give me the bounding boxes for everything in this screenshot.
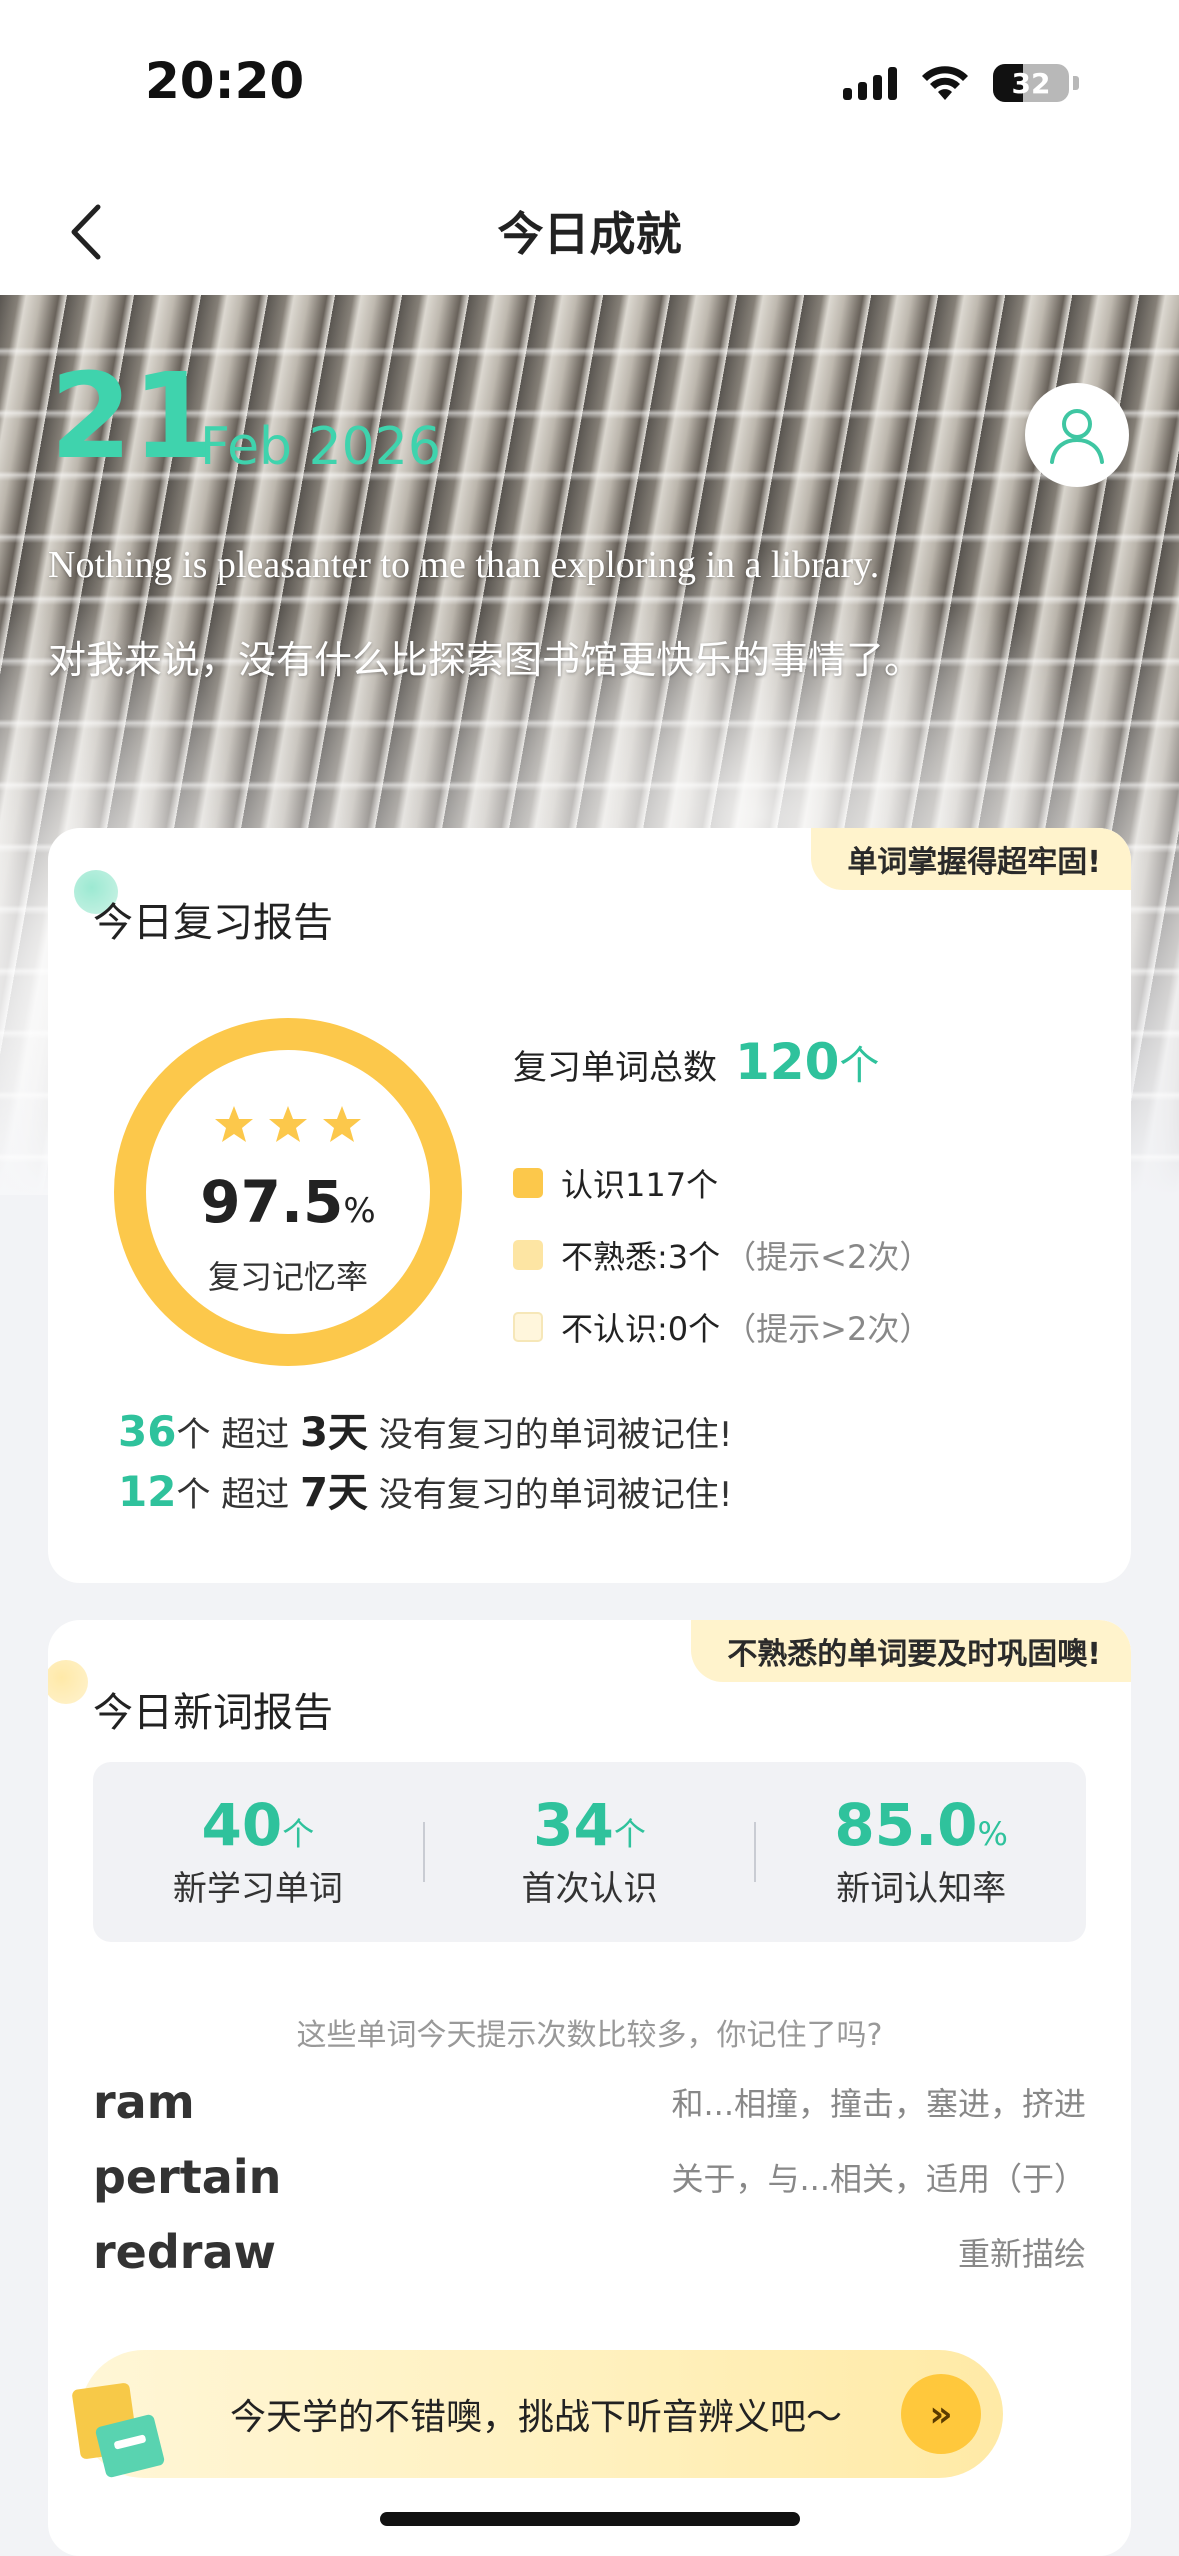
rating-stars (108, 1104, 468, 1144)
word-meaning: 和...相撞，撞击，塞进，挤进 (671, 2085, 1086, 2123)
star-icon (269, 1106, 307, 1142)
status-bar: 20:20 32 (0, 0, 1179, 170)
legend-swatch (513, 1168, 543, 1198)
memory-rate-unit: % (343, 1191, 376, 1231)
home-indicator (380, 2512, 800, 2526)
review-tag: 单词掌握得超牢固! (811, 828, 1131, 890)
memory-rate-number: 97.5 (200, 1168, 344, 1236)
stat-unit: 个 (613, 1814, 646, 1853)
memo-count: 12 (118, 1467, 177, 1516)
avatar[interactable] (1025, 383, 1129, 487)
new-words-tag: 不熟悉的单词要及时巩固噢! (691, 1620, 1131, 1682)
word-text: redraw (93, 2225, 277, 2279)
page-title: 今日成就 (497, 207, 682, 261)
word-text: pertain (93, 2150, 282, 2204)
listening-challenge-banner[interactable]: 今天学的不错噢，挑战下听音辨义吧～ » (72, 2350, 1003, 2478)
legend-label: 认识117个 (561, 1166, 719, 1204)
title-dot-decoration (48, 1660, 88, 1704)
memo-days: 7天 (300, 1470, 368, 1516)
quote-english: Nothing is pleasanter to me than explori… (48, 544, 880, 586)
legend-known: 认识117个 (513, 1160, 718, 1206)
stat-value: 85.0 (834, 1790, 978, 1859)
review-total-value-wrap: 120个 (735, 1033, 879, 1091)
memo-count: 36 (118, 1407, 177, 1456)
stat-value: 40 (201, 1790, 283, 1859)
book-icon (72, 2383, 165, 2478)
new-words-title: 今日新词报告 (93, 1690, 333, 1736)
word-row[interactable]: pertain 关于，与...相关，适用（于） (93, 2150, 1086, 2204)
stat-recognition-rate: 85.0% 新词认知率 (756, 1790, 1086, 1911)
memory-rate-value: 97.5% (108, 1168, 468, 1236)
memo-line-7-days: 12个 超过 7天 没有复习的单词被记住! (118, 1460, 732, 1518)
word-meaning: 重新描绘 (957, 2235, 1086, 2273)
review-title: 今日复习报告 (93, 900, 333, 946)
memo-days: 3天 (300, 1410, 368, 1456)
memo-post: 没有复习的单词被记住! (367, 1475, 733, 1515)
memo-pre: 个 超过 (176, 1475, 301, 1515)
date-month-year: Feb 2026 (200, 417, 441, 477)
legend-label: 不熟悉:3个 (561, 1238, 721, 1276)
date-day: 21 (50, 347, 215, 485)
battery-icon: 32 (993, 64, 1069, 102)
new-words-stats: 40个 新学习单词 34个 首次认识 85.0% 新词认知率 (93, 1762, 1086, 1942)
stat-label: 首次认识 (521, 1869, 658, 1910)
stat-unit: 个 (282, 1814, 315, 1853)
stat-first-known: 34个 首次认识 (425, 1790, 755, 1911)
legend-label: 不认识:0个 (561, 1310, 721, 1348)
memory-rate-ring: 97.5% 复习记忆率 (108, 1012, 468, 1372)
battery-level: 32 (1011, 66, 1051, 100)
legend-unfamiliar: 不熟悉:3个 （提示<2次） (513, 1232, 931, 1278)
legend-hint: （提示>2次） (724, 1310, 932, 1348)
challenge-go-button[interactable]: » (901, 2374, 981, 2454)
stat-value: 34 (533, 1790, 614, 1859)
review-total-label: 复习单词总数 (513, 1048, 717, 1088)
stat-label: 新学习单词 (172, 1869, 343, 1910)
stat-new-words: 40个 新学习单词 (93, 1790, 423, 1911)
review-total-unit: 个 (839, 1043, 880, 1089)
legend-swatch (513, 1240, 543, 1270)
star-icon (215, 1106, 253, 1142)
legend-hint: （提示<2次） (724, 1238, 932, 1276)
battery-tip (1073, 76, 1079, 90)
challenge-text: 今天学的不错噢，挑战下听音辨义吧～ (230, 2397, 843, 2438)
memory-rate-label: 复习记忆率 (207, 1258, 368, 1296)
status-time: 20:20 (145, 52, 305, 110)
memo-line-3-days: 36个 超过 3天 没有复习的单词被记住! (118, 1400, 732, 1458)
status-icons: 32 (843, 64, 1079, 102)
stat-label: 新词认知率 (836, 1869, 1007, 1910)
stat-unit: % (977, 1814, 1008, 1853)
memo-pre: 个 超过 (176, 1415, 301, 1455)
legend-unknown: 不认识:0个 （提示>2次） (513, 1304, 931, 1350)
word-text: ram (93, 2075, 195, 2129)
review-total-value: 120 (735, 1033, 840, 1091)
wifi-icon (922, 66, 968, 100)
difficult-words-hint: 这些单词今天提示次数比较多，你记住了吗? (296, 2018, 883, 2053)
word-row[interactable]: ram 和...相撞，撞击，塞进，挤进 (93, 2075, 1086, 2129)
word-row[interactable]: redraw 重新描绘 (93, 2225, 1086, 2279)
word-meaning: 关于，与...相关，适用（于） (671, 2160, 1086, 2198)
review-report-card: 单词掌握得超牢固! 今日复习报告 97.5% 复习记忆率 复习单词总数 120个… (48, 828, 1131, 1583)
quote-chinese: 对我来说，没有什么比探索图书馆更快乐的事情了。 (48, 638, 923, 682)
legend-swatch (513, 1312, 543, 1342)
star-icon (323, 1106, 361, 1142)
user-icon (1050, 409, 1104, 464)
review-total: 复习单词总数 120个 (513, 1033, 879, 1091)
nav-bar: 今日成就 (0, 170, 1179, 295)
cellular-signal-icon (843, 66, 897, 100)
memo-post: 没有复习的单词被记住! (367, 1415, 733, 1455)
